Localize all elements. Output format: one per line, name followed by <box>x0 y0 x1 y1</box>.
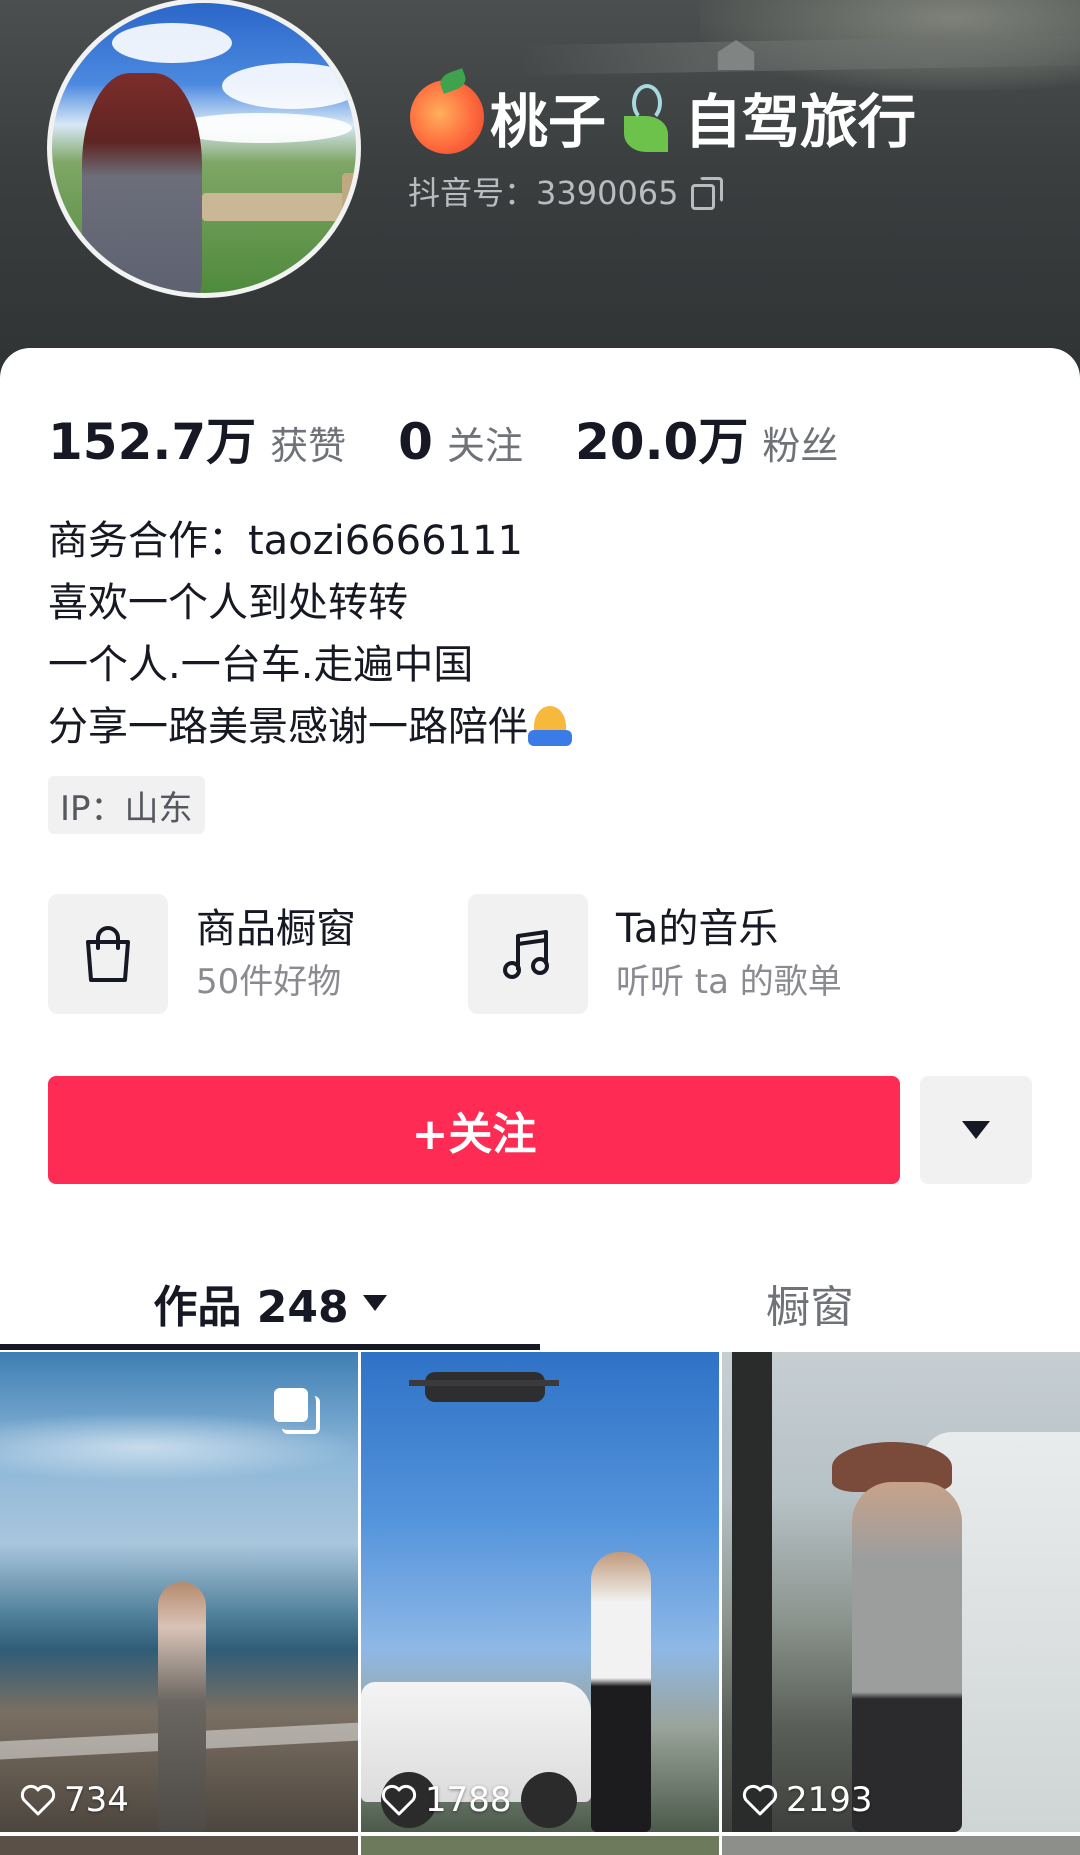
followers-label: 粉丝 <box>762 424 839 468</box>
video-likes-count: 734 <box>64 1780 129 1820</box>
douyin-id-text: 抖音号：3390065 <box>408 174 679 212</box>
heart-icon <box>381 1784 417 1816</box>
profile-name: 桃子 自驾旅行 <box>410 72 916 162</box>
music-subtitle: 听听 ta 的歌单 <box>616 962 842 1002</box>
profile-card: 152.7万 获赞 0 关注 20.0万 粉丝 商务合作：taozi666611… <box>0 348 1080 1855</box>
avatar[interactable] <box>47 0 361 298</box>
video-likes: 1788 <box>381 1780 512 1820</box>
chevron-down-icon <box>362 1295 387 1311</box>
video-tile-1[interactable]: 734 <box>0 1352 358 1832</box>
bio: 商务合作：taozi6666111 喜欢一个人到处转转 一个人.一台车.走遍中国… <box>48 510 1048 758</box>
tab-shop-window[interactable]: 橱窗 <box>540 1258 1080 1348</box>
profile-name-part2: 自驾旅行 <box>684 88 917 156</box>
video-grid: 734 1788 2193 <box>0 1352 1080 1855</box>
copy-icon[interactable] <box>689 176 723 210</box>
tab-shop-label: 橱窗 <box>766 1282 854 1333</box>
video-tile-4-partial[interactable] <box>0 1836 358 1855</box>
tab-works-label: 作品 248 <box>153 1282 349 1333</box>
followers-count: 20.0万 <box>574 413 749 471</box>
tab-active-indicator <box>0 1344 540 1350</box>
peach-icon <box>410 80 484 154</box>
stats-row: 152.7万 获赞 0 关注 20.0万 粉丝 <box>48 402 890 472</box>
following-count: 0 <box>398 413 433 471</box>
leaf-icon <box>618 80 672 154</box>
stat-likes[interactable]: 152.7万 获赞 <box>48 402 346 474</box>
video-tile-3[interactable]: 2193 <box>722 1352 1080 1832</box>
triangle-down-icon <box>962 1121 990 1139</box>
music-entry[interactable]: Ta的音乐 听听 ta 的歌单 <box>468 894 842 1014</box>
video-tile-6-partial[interactable] <box>722 1836 1080 1855</box>
stat-followers[interactable]: 20.0万 粉丝 <box>575 402 838 474</box>
multi-image-icon <box>274 1388 320 1434</box>
likes-label: 获赞 <box>270 424 347 468</box>
more-options-button[interactable] <box>920 1076 1032 1184</box>
heart-icon <box>20 1784 56 1816</box>
video-likes: 734 <box>20 1780 129 1820</box>
shop-window-entry[interactable]: 商品橱窗 50件好物 <box>48 894 356 1014</box>
bio-line-3: 一个人.一台车.走遍中国 <box>48 642 474 688</box>
bio-line-1: 商务合作：taozi6666111 <box>48 518 523 564</box>
heart-icon <box>742 1784 778 1816</box>
profile-name-part1: 桃子 <box>490 88 607 156</box>
bio-line-2: 喜欢一个人到处转转 <box>48 580 408 626</box>
music-title: Ta的音乐 <box>616 906 779 952</box>
video-likes: 2193 <box>742 1780 873 1820</box>
following-label: 关注 <box>446 424 523 468</box>
douyin-id[interactable]: 抖音号：3390065 <box>408 166 723 216</box>
follow-button[interactable]: +关注 <box>48 1076 900 1184</box>
bio-line-4: 分享一路美景感谢一路陪伴 <box>48 696 1048 758</box>
shop-window-subtitle: 50件好物 <box>196 962 342 1002</box>
bio-line-4-text: 分享一路美景感谢一路陪伴 <box>48 704 528 750</box>
pray-icon <box>528 706 572 746</box>
shopping-bag-icon <box>48 894 168 1014</box>
video-tile-5-partial[interactable] <box>361 1836 719 1855</box>
video-tile-2[interactable]: 1788 <box>361 1352 719 1832</box>
stat-following[interactable]: 0 关注 <box>398 413 523 471</box>
likes-count: 152.7万 <box>48 413 257 471</box>
content-tabs: 作品 248 橱窗 <box>0 1258 1080 1348</box>
tab-works[interactable]: 作品 248 <box>0 1258 540 1348</box>
profile-page: 桃子 自驾旅行 抖音号：3390065 152.7万 获赞 0 关注 20.0万… <box>0 0 1080 1855</box>
music-note-icon <box>468 894 588 1014</box>
shop-window-title: 商品橱窗 <box>196 906 356 952</box>
video-likes-count: 1788 <box>425 1780 512 1820</box>
ip-location-tag: IP：山东 <box>48 776 205 834</box>
video-likes-count: 2193 <box>786 1780 873 1820</box>
profile-header: 桃子 自驾旅行 抖音号：3390065 <box>0 0 1080 380</box>
